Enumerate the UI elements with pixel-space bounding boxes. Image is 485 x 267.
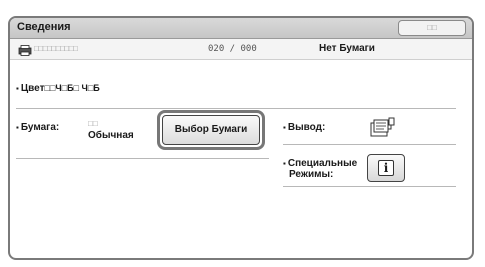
printer-job-icon: [18, 43, 32, 61]
info-icon: i: [378, 160, 394, 176]
job-status-bar: □□□□□□□□□□ 020 / 000 Нет Бумаги: [10, 39, 472, 60]
divider-color: [16, 108, 456, 109]
paper-label: ▪ Бумага:: [16, 122, 60, 133]
special-modes-label: ▪ Специальные Режимы:: [283, 158, 358, 180]
job-name: □□□□□□□□□□: [34, 44, 78, 53]
paper-select-button[interactable]: Выбор Бумаги: [162, 115, 260, 145]
job-counter: 020 / 000: [208, 44, 257, 54]
output-label: ▪ Вывод:: [283, 122, 326, 133]
divider-paper: [16, 158, 269, 159]
window-title: Сведения: [17, 21, 71, 33]
color-mode-row: ▪ Цвет□□Ч□Б□ Ч□Б: [16, 83, 100, 94]
color-label: Цвет: [20, 83, 45, 94]
divider-special: [283, 186, 456, 187]
title-bar: Сведения □□: [10, 18, 472, 39]
special-modes-button[interactable]: i: [367, 154, 405, 182]
paper-type-value: Обычная: [88, 130, 134, 141]
titlebar-button[interactable]: □□: [398, 20, 466, 36]
output-tray-icon: [370, 116, 396, 143]
paper-status: Нет Бумаги: [319, 43, 375, 54]
color-mode-value: □□Ч□Б□ Ч□Б: [44, 83, 100, 93]
divider-output: [283, 144, 456, 145]
paper-size-value: □□: [88, 119, 98, 128]
